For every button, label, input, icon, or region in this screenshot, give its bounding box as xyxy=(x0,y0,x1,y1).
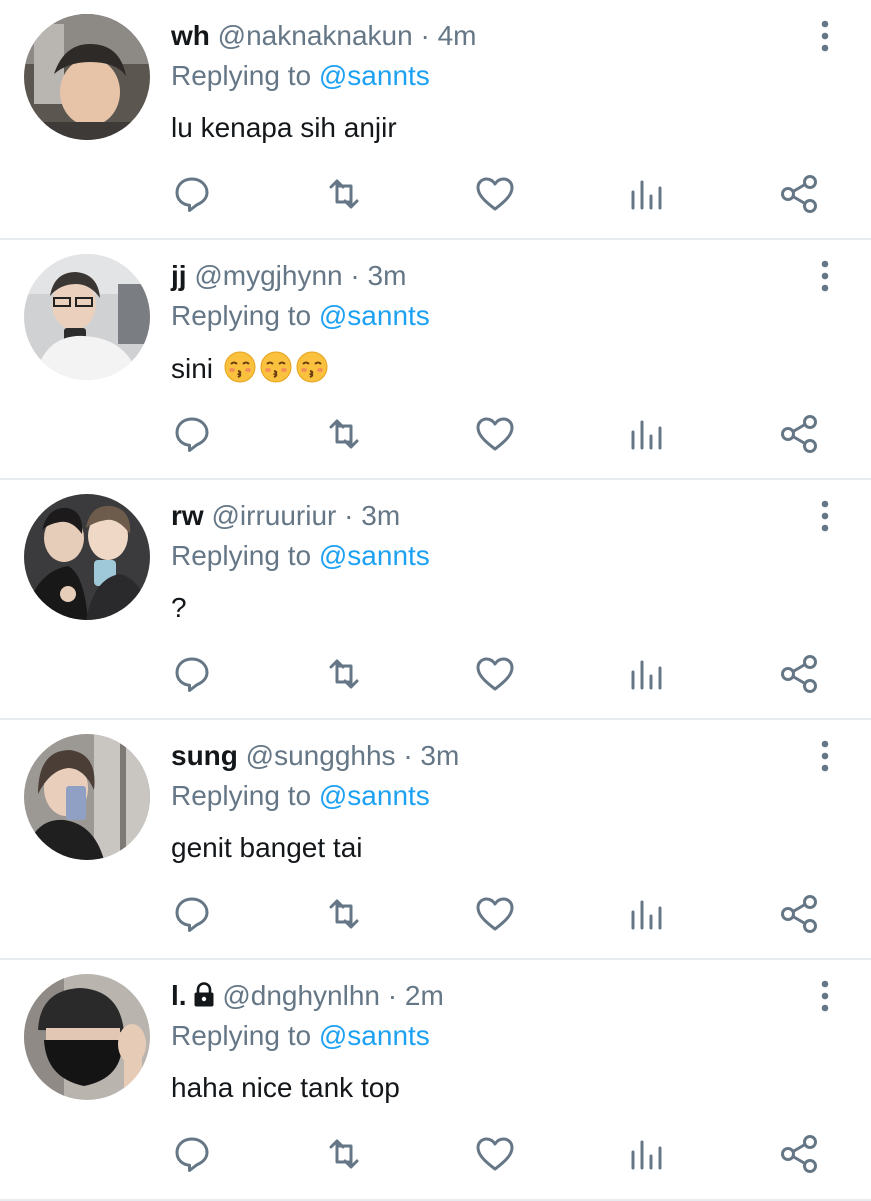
avatar[interactable] xyxy=(24,494,150,620)
separator: · xyxy=(344,500,354,531)
reply-text: genit banget tai xyxy=(171,832,363,863)
replying-to: Replying to @sannts xyxy=(171,298,430,334)
timestamp[interactable]: 3m xyxy=(368,260,407,291)
user-handle[interactable]: @dnghynlhn xyxy=(222,980,380,1011)
heart-icon[interactable] xyxy=(473,412,517,456)
avatar[interactable] xyxy=(24,974,150,1100)
reply-icon[interactable] xyxy=(170,412,214,456)
reply-header: sung @sungghhs · 3m xyxy=(171,738,459,774)
action-bar xyxy=(0,412,871,456)
user-handle[interactable]: @naknaknakun xyxy=(218,20,413,51)
timestamp[interactable]: 2m xyxy=(405,980,444,1011)
separator: · xyxy=(403,740,413,771)
retweet-icon[interactable] xyxy=(322,172,366,216)
display-name[interactable]: wh xyxy=(171,20,210,51)
avatar[interactable] xyxy=(24,14,150,140)
reply-tweet[interactable]: wh @naknaknakun · 4m Replying to @sannts… xyxy=(0,0,871,240)
reply-tweet[interactable]: rw @irruuriur · 3m Replying to @sannts ? xyxy=(0,480,871,720)
replying-to: Replying to @sannts xyxy=(171,58,430,94)
more-vertical-icon[interactable] xyxy=(813,500,837,532)
analytics-icon[interactable] xyxy=(625,652,669,696)
replying-to: Replying to @sannts xyxy=(171,538,430,574)
user-handle[interactable]: @mygjhynn xyxy=(194,260,342,291)
retweet-icon[interactable] xyxy=(322,892,366,936)
share-icon[interactable] xyxy=(777,652,821,696)
kissing-face-emoji xyxy=(259,350,293,393)
heart-icon[interactable] xyxy=(473,1132,517,1176)
heart-icon[interactable] xyxy=(473,652,517,696)
reply-feed: wh @naknaknakun · 4m Replying to @sannts… xyxy=(0,0,871,1201)
replying-to: Replying to @sannts xyxy=(171,778,430,814)
share-icon[interactable] xyxy=(777,172,821,216)
reply-text: lu kenapa sih anjir xyxy=(171,112,397,143)
separator: · xyxy=(387,980,398,1011)
replying-to-prefix: Replying to xyxy=(171,300,312,331)
reply-header: wh @naknaknakun · 4m xyxy=(171,18,476,54)
share-icon[interactable] xyxy=(777,892,821,936)
replying-to: Replying to @sannts xyxy=(171,1018,430,1054)
action-bar xyxy=(0,652,871,696)
display-name[interactable]: l. xyxy=(171,980,187,1011)
action-bar xyxy=(0,1132,871,1176)
reply-icon[interactable] xyxy=(170,652,214,696)
timestamp[interactable]: 4m xyxy=(438,20,477,51)
kissing-face-emoji xyxy=(223,350,257,393)
lock-icon xyxy=(193,981,215,1017)
action-bar xyxy=(0,892,871,936)
reply-header: rw @irruuriur · 3m xyxy=(171,498,400,534)
retweet-icon[interactable] xyxy=(322,652,366,696)
replying-to-prefix: Replying to xyxy=(171,780,312,811)
separator: · xyxy=(350,260,360,291)
reply-icon[interactable] xyxy=(170,892,214,936)
reply-text-body: sini xyxy=(171,353,214,384)
reply-icon[interactable] xyxy=(170,1132,214,1176)
reply-text: ? xyxy=(171,592,187,623)
mention-link[interactable]: @sannts xyxy=(319,540,430,571)
mention-link[interactable]: @sannts xyxy=(319,1020,430,1051)
more-vertical-icon[interactable] xyxy=(813,980,837,1012)
heart-icon[interactable] xyxy=(473,172,517,216)
analytics-icon[interactable] xyxy=(625,412,669,456)
display-name[interactable]: rw xyxy=(171,500,204,531)
reply-icon[interactable] xyxy=(170,172,214,216)
replying-to-prefix: Replying to xyxy=(171,1020,312,1051)
analytics-icon[interactable] xyxy=(625,892,669,936)
user-handle[interactable]: @irruuriur xyxy=(211,500,336,531)
display-name[interactable]: sung xyxy=(171,740,238,771)
mention-link[interactable]: @sannts xyxy=(319,300,430,331)
share-icon[interactable] xyxy=(777,1132,821,1176)
avatar[interactable] xyxy=(24,734,150,860)
reply-tweet[interactable]: l. @dnghynlhn · 2m Replying to @sannts h… xyxy=(0,960,871,1201)
more-vertical-icon[interactable] xyxy=(813,740,837,772)
reply-text: sini xyxy=(171,350,329,393)
timestamp[interactable]: 3m xyxy=(361,500,400,531)
avatar[interactable] xyxy=(24,254,150,380)
share-icon[interactable] xyxy=(777,412,821,456)
analytics-icon[interactable] xyxy=(625,172,669,216)
reply-header: jj @mygjhynn · 3m xyxy=(171,258,406,294)
user-handle[interactable]: @sungghhs xyxy=(246,740,396,771)
retweet-icon[interactable] xyxy=(322,412,366,456)
more-vertical-icon[interactable] xyxy=(813,260,837,292)
replying-to-prefix: Replying to xyxy=(171,540,312,571)
timestamp[interactable]: 3m xyxy=(420,740,459,771)
retweet-icon[interactable] xyxy=(322,1132,366,1176)
mention-link[interactable]: @sannts xyxy=(319,780,430,811)
mention-link[interactable]: @sannts xyxy=(319,60,430,91)
separator: · xyxy=(420,20,430,51)
reply-tweet[interactable]: sung @sungghhs · 3m Replying to @sannts … xyxy=(0,720,871,960)
analytics-icon[interactable] xyxy=(625,1132,669,1176)
more-vertical-icon[interactable] xyxy=(813,20,837,52)
kissing-face-emoji xyxy=(295,350,329,393)
action-bar xyxy=(0,172,871,216)
replying-to-prefix: Replying to xyxy=(171,60,312,91)
display-name[interactable]: jj xyxy=(171,260,187,291)
heart-icon[interactable] xyxy=(473,892,517,936)
reply-tweet[interactable]: jj @mygjhynn · 3m Replying to @sannts si… xyxy=(0,240,871,480)
reply-text: haha nice tank top xyxy=(171,1072,400,1103)
reply-header: l. @dnghynlhn · 2m xyxy=(171,978,444,1017)
